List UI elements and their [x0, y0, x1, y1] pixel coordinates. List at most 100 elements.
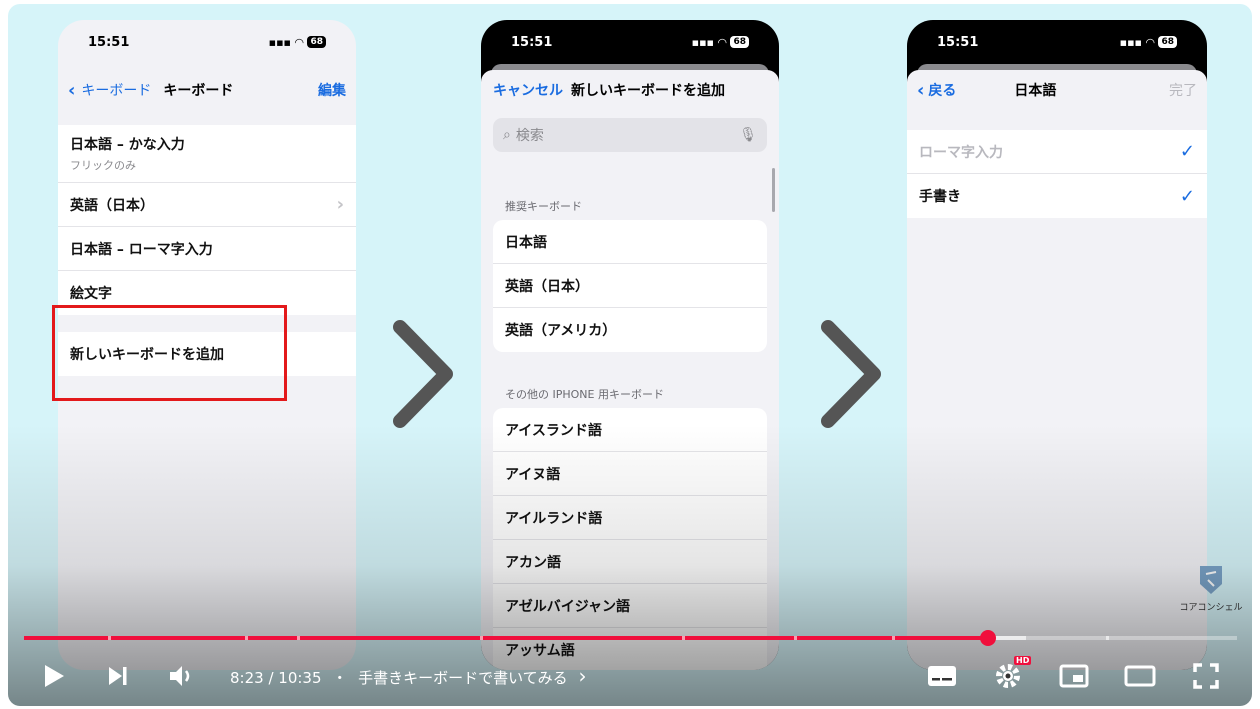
miniplayer-icon — [1059, 664, 1089, 688]
japanese-options-sheet: ‹ 戻る 日本語 完了 ローマ字入力 ✓ 手書き ✓ — [907, 70, 1207, 670]
list-item-label: ローマ字入力 — [919, 144, 1003, 161]
list-item[interactable]: アイルランド語 — [493, 496, 767, 540]
section-header: その他の IPHONE 用キーボード — [505, 388, 664, 401]
status-time: 15:51 — [937, 34, 979, 50]
list-item-label: 絵文字 — [70, 286, 112, 302]
list-item-label: アイスランド語 — [505, 422, 602, 439]
sheet-header: キャンセル 新しいキーボードを追加 — [481, 70, 779, 110]
battery-icon: 68 — [730, 36, 749, 48]
play-button[interactable] — [32, 652, 76, 700]
back-button[interactable]: 戻る — [928, 80, 1014, 100]
chapter-marker — [794, 636, 797, 640]
wifi-icon: ◠ — [718, 35, 727, 49]
miniplayer-button[interactable] — [1052, 652, 1096, 700]
section-header: 推奨キーボード — [505, 200, 582, 213]
volume-icon — [170, 666, 190, 686]
search-icon: ⌕ — [503, 127, 511, 143]
fullscreen-button[interactable] — [1184, 652, 1228, 700]
microphone-icon[interactable]: 🎙 — [739, 127, 757, 143]
sheet-header: ‹ 戻る 日本語 完了 — [907, 70, 1207, 110]
list-item[interactable]: 日本語 — [493, 220, 767, 264]
keyboard-list: 日本語 – かな入力 フリックのみ 英語（日本） › 日本語 – ローマ字入力 … — [58, 125, 356, 315]
input-options-list: ローマ字入力 ✓ 手書き ✓ — [907, 130, 1207, 218]
list-item[interactable]: 英語（アメリカ） — [493, 308, 767, 352]
next-button[interactable] — [96, 652, 140, 700]
status-icons: ▪▪▪ ◠ 68 — [1120, 36, 1177, 49]
list-item-label: 英語（日本） — [70, 197, 154, 214]
status-bar: 15:51 ▪▪▪ ◠ 68 — [907, 20, 1207, 64]
list-item-label: 手書き — [919, 189, 961, 205]
signal-icon: ▪▪▪ — [691, 35, 714, 49]
list-item-label: 英語（アメリカ） — [505, 323, 617, 339]
phone-japanese-options: 15:51 ▪▪▪ ◠ 68 ‹ 戻る 日本語 完了 ローマ字入力 ✓ 手書き … — [907, 20, 1207, 670]
scrollbar[interactable] — [772, 168, 775, 212]
status-icons: ▪▪▪ ◠ 68 — [269, 36, 326, 49]
sheet-title: 新しいキーボードを追加 — [571, 83, 725, 99]
chapter-marker — [892, 636, 895, 640]
video-frame[interactable]: 15:51 ▪▪▪ ◠ 68 ‹ キーボード キーボード 編集 日本語 – かな… — [8, 4, 1252, 706]
list-item[interactable]: 英語（日本） — [493, 264, 767, 308]
status-bar: 15:51 ▪▪▪ ◠ 68 — [481, 20, 779, 64]
list-item-label: 日本語 – かな入力 — [70, 137, 185, 153]
chevron-right-icon — [393, 320, 453, 428]
chapter-marker — [108, 636, 111, 640]
list-item[interactable]: 英語（日本） › — [58, 183, 356, 227]
list-item[interactable]: ローマ字入力 ✓ — [907, 130, 1207, 174]
cancel-button[interactable]: キャンセル — [493, 80, 563, 100]
back-chevron-icon[interactable]: ‹ — [68, 80, 75, 101]
other-list: アイスランド語 アイヌ語 アイルランド語 アカン語 アゼルバイジャン語 アッサム… — [493, 408, 767, 670]
mute-button[interactable] — [160, 652, 204, 700]
list-item-subtitle: フリックのみ — [70, 159, 136, 172]
progress-fill — [24, 636, 989, 640]
list-item[interactable]: 日本語 – ローマ字入力 — [58, 227, 356, 271]
subtitles-icon — [928, 666, 956, 686]
checkmark-icon: ✓ — [1179, 141, 1195, 162]
list-item[interactable]: アイスランド語 — [493, 408, 767, 452]
gear-icon — [996, 664, 1020, 688]
chapter-title[interactable]: 手書きキーボードで書いてみる — [358, 669, 568, 687]
skip-next-icon — [109, 667, 127, 685]
chevron-right-icon — [821, 320, 881, 428]
chevron-right-icon: › — [336, 194, 344, 215]
progress-bar[interactable] — [24, 630, 1237, 646]
done-button[interactable]: 完了 — [1169, 80, 1197, 100]
duration: 10:35 — [278, 669, 322, 687]
list-item[interactable]: アカン語 — [493, 540, 767, 584]
highlight-box — [52, 305, 287, 401]
theater-icon — [1124, 665, 1156, 687]
chapter-marker — [245, 636, 248, 640]
chapter-marker — [682, 636, 685, 640]
status-time: 15:51 — [88, 34, 130, 50]
list-item[interactable]: 日本語 – かな入力 フリックのみ — [58, 125, 356, 183]
status-time: 15:51 — [511, 34, 553, 50]
chapter-marker — [1106, 636, 1109, 640]
channel-watermark[interactable]: コアコンシェル — [1178, 564, 1244, 613]
list-item[interactable]: 手書き ✓ — [907, 174, 1207, 218]
time-separator: / — [263, 669, 279, 687]
chapter-bullet: ・ — [332, 669, 348, 687]
theater-mode-button[interactable] — [1116, 652, 1164, 700]
list-item[interactable]: アイヌ語 — [493, 452, 767, 496]
back-chevron-icon[interactable]: ‹ — [917, 80, 924, 101]
settings-button[interactable]: HD — [986, 652, 1032, 700]
watermark-text: コアコンシェル — [1179, 603, 1243, 613]
signal-icon: ▪▪▪ — [268, 35, 291, 49]
add-keyboard-sheet: キャンセル 新しいキーボードを追加 ⌕ 検索 🎙 推奨キーボード 日本語 英語（… — [481, 70, 779, 670]
list-item-label: アイヌ語 — [505, 466, 561, 483]
hd-badge: HD — [1014, 656, 1032, 665]
chapter-chevron-icon[interactable]: › — [578, 664, 586, 688]
checkmark-icon: ✓ — [1179, 185, 1195, 207]
edit-button[interactable]: 編集 — [318, 80, 346, 100]
nav-bar: ‹ キーボード キーボード 編集 — [58, 70, 356, 110]
list-item-label: 日本語 – ローマ字入力 — [70, 241, 213, 258]
wifi-icon: ◠ — [295, 35, 304, 49]
list-item[interactable]: アゼルバイジャン語 — [493, 584, 767, 628]
list-item-label: アカン語 — [505, 554, 561, 571]
subtitles-button[interactable] — [920, 652, 964, 700]
search-input[interactable]: ⌕ 検索 🎙 — [493, 118, 767, 152]
back-button[interactable]: キーボード — [81, 80, 151, 100]
phone-add-keyboard: 15:51 ▪▪▪ ◠ 68 キャンセル 新しいキーボードを追加 ⌕ 検索 🎙 … — [481, 20, 779, 670]
list-item-label: アゼルバイジャン語 — [505, 598, 631, 615]
list-item-label: 日本語 — [505, 234, 547, 251]
current-time: 8:23 — [230, 669, 264, 687]
